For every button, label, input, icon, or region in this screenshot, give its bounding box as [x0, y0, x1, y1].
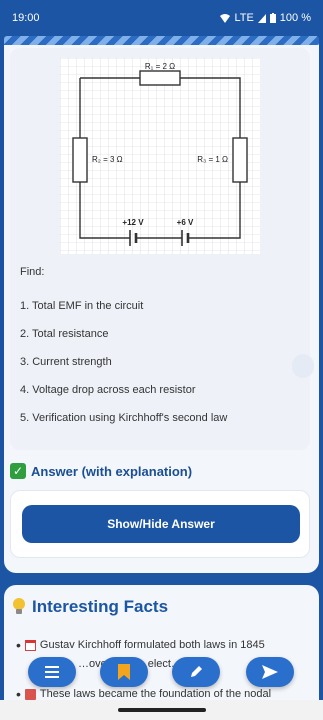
task-item: 2. Total resistance [20, 328, 109, 340]
show-hide-answer-button[interactable]: Show/Hide Answer [22, 505, 300, 543]
signal-icon [257, 13, 266, 23]
resistor-r3-label: R₃ = 1 Ω [197, 155, 228, 164]
edit-button[interactable] [172, 657, 220, 687]
lightbulb-icon [12, 598, 26, 616]
bookmark-icon [118, 664, 130, 680]
send-button[interactable] [246, 657, 294, 687]
status-time: 19:00 [12, 12, 40, 24]
network-label: LTE [234, 12, 254, 24]
task-item: 3. Current strength [20, 356, 112, 368]
answer-heading-text: Answer (with explanation) [31, 463, 193, 479]
resistor-r1-label: R₁ = 2 Ω [145, 62, 175, 71]
task-item: 4. Voltage drop across each resistor [20, 384, 196, 396]
emf1-label: +12 V [122, 218, 144, 227]
facts-title-text: Interesting Facts [32, 597, 169, 616]
bookmark-button[interactable] [100, 657, 148, 687]
send-icon [262, 665, 278, 679]
circuit-diagram: R₁ = 2 Ω R₂ = 3 Ω R₃ = 1 Ω +12 V +6 V [60, 58, 260, 254]
resistor-r2-label: R₂ = 3 Ω [92, 155, 123, 164]
resistor-r2 [72, 137, 88, 183]
emf2-label: +6 V [177, 218, 194, 227]
task-item: 5. Verification using Kirchhoff's second… [20, 412, 228, 424]
home-indicator[interactable] [118, 708, 206, 712]
status-icons: LTE 100 % [220, 12, 311, 24]
menu-icon [45, 666, 59, 678]
fact-text: Gustav Kirchhoff formulated both laws in… [39, 639, 265, 651]
book-icon [24, 688, 36, 700]
decorative-stripe [4, 36, 319, 45]
pencil-icon [191, 666, 202, 677]
status-bar: 19:00 LTE 100 % [0, 0, 323, 36]
resistor-r1 [139, 70, 181, 86]
check-icon: ✓ [10, 463, 26, 479]
task-list: 1. Total EMF in the circuit 2. Total res… [20, 292, 227, 432]
answer-heading: ✓ Answer (with explanation) [10, 463, 192, 479]
wifi-icon [220, 13, 231, 23]
find-label: Find: [20, 266, 45, 278]
battery-icon [269, 13, 276, 23]
menu-button[interactable] [28, 657, 76, 687]
resistor-r3 [232, 137, 248, 183]
battery-label: 100 % [279, 12, 311, 24]
fact-item: • Gustav Kirchhoff formulated both laws … [16, 637, 265, 653]
calendar-icon [24, 639, 36, 651]
facts-title: Interesting Facts [12, 597, 168, 617]
task-item: 1. Total EMF in the circuit [20, 300, 144, 312]
scroll-handle[interactable] [292, 354, 314, 378]
fact-text: These laws became the foundation of the … [39, 688, 272, 700]
